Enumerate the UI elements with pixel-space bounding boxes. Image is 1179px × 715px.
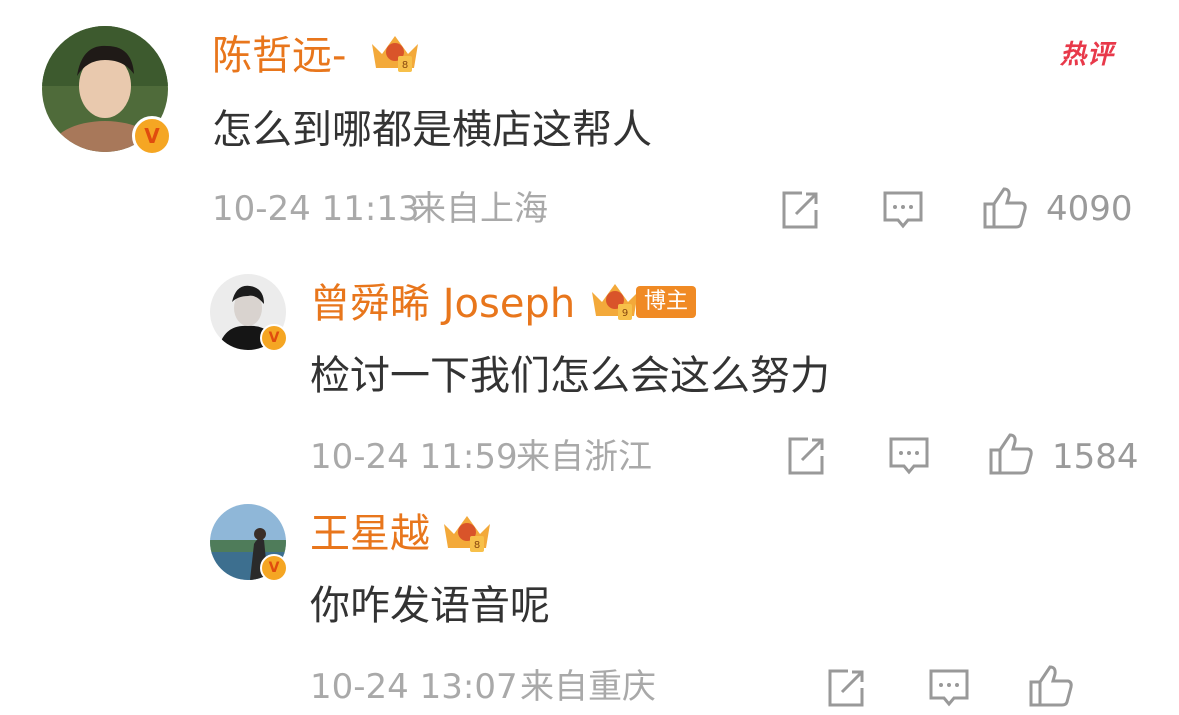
crown-icon: 8 bbox=[372, 36, 418, 72]
crown-icon: 8 bbox=[444, 516, 490, 552]
share-icon[interactable] bbox=[786, 436, 828, 476]
avatar[interactable]: V bbox=[210, 504, 288, 582]
comment-location: 来自浙江 bbox=[516, 437, 652, 477]
blogger-badge: 博主 bbox=[636, 286, 697, 318]
comment-time: 10-24 11:59 bbox=[310, 437, 518, 477]
username[interactable]: 王星越 bbox=[310, 514, 430, 554]
avatar[interactable]: V bbox=[210, 274, 288, 352]
verified-icon: V bbox=[132, 116, 172, 156]
reply-icon[interactable] bbox=[928, 668, 970, 708]
comment-text: 你咋发语音呢 bbox=[310, 583, 550, 629]
comment-location: 来自上海 bbox=[412, 189, 548, 229]
share-icon[interactable] bbox=[826, 668, 868, 708]
verified-icon: V bbox=[260, 324, 288, 352]
username[interactable]: 陈哲远- bbox=[212, 36, 346, 76]
comment-time: 10-24 13:07 bbox=[310, 667, 518, 707]
like-icon[interactable] bbox=[988, 432, 1034, 476]
comment-text: 检讨一下我们怎么会这么努力 bbox=[310, 353, 830, 399]
like-count: 1584 bbox=[1052, 437, 1139, 477]
svg-text:8: 8 bbox=[474, 540, 480, 551]
like-icon[interactable] bbox=[982, 186, 1028, 230]
avatar[interactable]: V bbox=[42, 26, 172, 156]
comment-text: 怎么到哪都是横店这帮人 bbox=[212, 107, 652, 153]
like-count: 4090 bbox=[1046, 189, 1133, 229]
svg-text:9: 9 bbox=[622, 308, 628, 319]
crown-icon: 9 bbox=[592, 284, 638, 320]
comment-location: 来自重庆 bbox=[520, 667, 656, 707]
reply-icon[interactable] bbox=[882, 190, 924, 230]
like-icon[interactable] bbox=[1028, 664, 1074, 708]
username[interactable]: 曾舜晞 Joseph bbox=[310, 284, 575, 324]
share-icon[interactable] bbox=[780, 190, 822, 230]
svg-text:8: 8 bbox=[402, 60, 408, 71]
verified-icon: V bbox=[260, 554, 288, 582]
reply-icon[interactable] bbox=[888, 436, 930, 476]
comment-time: 10-24 11:13 bbox=[212, 189, 420, 229]
hot-comment-tag: 热评 bbox=[1060, 40, 1115, 70]
